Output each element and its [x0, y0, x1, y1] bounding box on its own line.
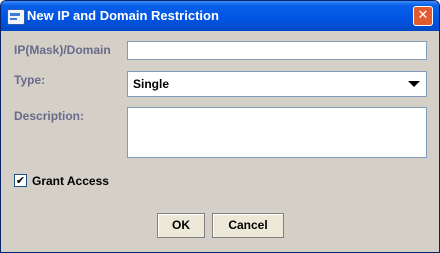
grant-access-label[interactable]: Grant Access — [32, 174, 109, 188]
ip-domain-input[interactable] — [127, 41, 427, 60]
type-select-value: Single — [133, 77, 170, 91]
type-label: Type: — [14, 73, 46, 87]
type-select[interactable]: Single — [127, 71, 427, 97]
close-button[interactable]: ✕ — [413, 6, 433, 26]
cancel-button[interactable]: Cancel — [212, 213, 284, 238]
grant-access-checkbox[interactable]: ✔ — [14, 174, 27, 187]
ip-domain-label: IP(Mask)/Domain — [14, 43, 111, 57]
dropdown-arrow-icon[interactable] — [408, 81, 420, 87]
description-label: Description: — [14, 109, 85, 123]
window-title: New IP and Domain Restriction — [27, 8, 219, 23]
app-icon — [7, 9, 25, 25]
dialog-window: New IP and Domain Restriction ✕ IP(Mask)… — [0, 0, 440, 253]
ok-button[interactable]: OK — [157, 213, 205, 238]
title-bar[interactable]: New IP and Domain Restriction ✕ — [1, 1, 439, 31]
description-textarea[interactable] — [127, 107, 427, 158]
